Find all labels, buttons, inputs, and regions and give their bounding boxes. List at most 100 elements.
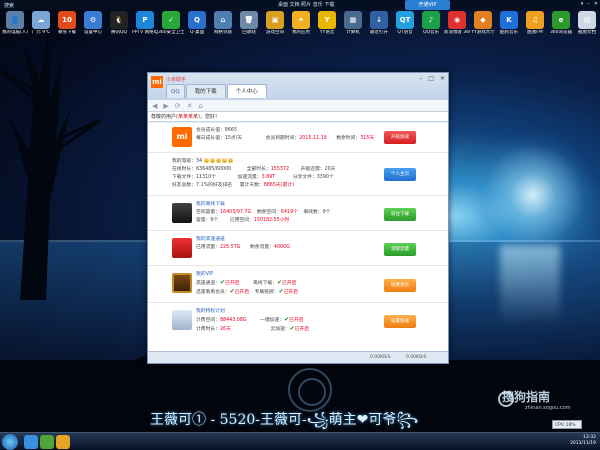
vip-item-status: 已开启: [282, 281, 297, 286]
desktop-icon[interactable]: ▤ 截图文档: [574, 10, 600, 35]
personal-center-content: mi 会员成长值：8665 每日成长值：15点/天 会员到期时间：2015.11…: [148, 123, 448, 351]
app-icon: K: [500, 11, 518, 29]
desktop-icon[interactable]: K 酷狗音乐: [496, 10, 522, 35]
airplane-icon: [172, 310, 192, 330]
desktop-icon[interactable]: ↓ 最近打开: [366, 10, 392, 35]
desktop-icon[interactable]: ◆ YY游戏大厅: [470, 10, 496, 35]
desktop-icon[interactable]: ⚙ 设置中心: [80, 10, 106, 35]
member-level-value: 8665: [224, 128, 238, 133]
desktop-icon[interactable]: Y YY语音: [314, 10, 340, 35]
desktop-icon[interactable]: ♪ QQ音乐: [418, 10, 444, 35]
watermark-brand: 搜狗指南: [502, 390, 551, 404]
greeting-prefix: 尊敬的用户(: [151, 114, 178, 120]
greeting-suffix: )，您好！: [197, 114, 220, 120]
desktop-icon-label: 最近打开: [370, 30, 388, 35]
taskbar-browser-icon[interactable]: [40, 435, 54, 449]
desktop-icon[interactable]: ◉ 新浪博客 360: [444, 10, 470, 35]
tab-personal-center[interactable]: 个人中心: [226, 84, 267, 98]
app-icon: 🐧: [110, 11, 128, 29]
desktop-icon[interactable]: Q Q-桌面: [184, 10, 210, 35]
desktop-icon[interactable]: ✓ 360安全卫士: [158, 10, 184, 35]
minimize-icon[interactable]: –: [419, 75, 422, 82]
share-label: 分享文件：: [292, 175, 317, 180]
desktop-icon-label: 我的应用: [292, 30, 310, 35]
tab-my-downloads[interactable]: 我的下载: [185, 84, 226, 98]
privilege-title[interactable]: 我的特权计划: [196, 308, 309, 316]
minimize-icon[interactable]: –: [587, 1, 590, 7]
taskbar-folder-icon[interactable]: [56, 435, 70, 449]
menu-icon[interactable]: ▾: [581, 1, 584, 7]
desktop-icon[interactable]: QT QT语音: [392, 10, 418, 35]
back-icon[interactable]: ◀: [152, 102, 157, 110]
vip-title[interactable]: 我的VIP: [196, 271, 298, 279]
desktop-icon[interactable]: ▣ 游戏空间: [262, 10, 288, 35]
home-icon[interactable]: ⌂: [199, 102, 203, 110]
open-vip-button[interactable]: 开通VIP: [405, 0, 450, 10]
desktop-icon[interactable]: 🐧 腾讯QQ: [106, 10, 132, 35]
desktop-icon[interactable]: ☁ 广元 9℃: [28, 10, 54, 35]
refresh-icon[interactable]: ⟳: [175, 102, 181, 110]
offline-title[interactable]: 我的离线下载: [196, 201, 330, 209]
desktop-icon[interactable]: e 360浏览器: [548, 10, 574, 35]
close-icon[interactable]: ✕: [440, 75, 445, 82]
privilege-info: 我的特权计划 计费空间：88443.08G 一键加速：✔已开启 计费时长：26天…: [196, 308, 309, 334]
days-total-value: 8865天(累计): [263, 183, 295, 188]
channel-title[interactable]: 我的高速通道: [196, 236, 290, 244]
close-icon[interactable]: ✕: [594, 1, 598, 7]
desktop-icon[interactable]: 10 暴雪下载: [54, 10, 80, 35]
maximize-icon[interactable]: □: [428, 75, 434, 82]
desktop-icon[interactable]: ⌂ 网络邻居: [210, 10, 236, 35]
desktop-icon-label: 腾讯QQ: [110, 30, 128, 35]
desktop-icon[interactable]: PPPTV 网络电视: [132, 10, 158, 35]
expire-label: 会员到期时间：: [265, 136, 300, 141]
expire-value: 2015.11.19: [299, 136, 327, 141]
app-icon: ✦: [292, 11, 310, 29]
offline-d-label: 容量：: [196, 218, 211, 223]
share-value: 3390个: [316, 175, 334, 180]
vip-row: 我的VIP 高速通道：✔已开启 离线下载：✔已开启 迅雷看看会员：✔已开启 专属…: [148, 267, 448, 303]
desktop-icon[interactable]: 👤 我的电脑(人): [2, 10, 28, 35]
get-traffic-button[interactable]: 领取流量: [384, 243, 416, 256]
tab-qq[interactable]: QQ: [166, 84, 185, 98]
desktop-icon-label: 广元 9℃: [31, 30, 51, 35]
upgrade-button[interactable]: 升级加速: [384, 131, 416, 144]
offline-b-label: 剩余空间：: [256, 210, 281, 215]
desktop-icon-label: 计算机: [346, 30, 360, 35]
app-icon: Q: [188, 11, 206, 29]
desktop-icon[interactable]: ♫ 酷我FM: [522, 10, 548, 35]
vip-item-label: 离线下载：: [252, 281, 277, 286]
system-tray[interactable]: 13:32 2013/11/19: [570, 435, 596, 447]
desktop-icon-label: YY语音: [319, 30, 335, 35]
top-nav[interactable]: 桌面 文档 照片 音乐 下载: [278, 1, 334, 8]
forward-icon[interactable]: ▶: [163, 102, 168, 110]
privilege-c-value: 已开启: [289, 318, 304, 323]
privilege-d-value: 已开启: [294, 327, 310, 332]
offline-b-value: 6419个: [280, 210, 298, 215]
privilege-a-label: 计费空间：: [196, 318, 220, 323]
mi-logo-icon: mi: [151, 76, 163, 88]
download-speed: 0.00KB/S: [370, 355, 391, 360]
account-row: mi 会员成长值：8665 每日成长值：15点/天 会员到期时间：2015.11…: [148, 123, 448, 153]
set-acceleration-button[interactable]: 设置加速: [384, 315, 416, 328]
desktop-icon-label: Q-桌面: [189, 30, 205, 35]
vip-item-label: 迅雷看看会员：: [196, 290, 230, 295]
taskbar-ie-icon[interactable]: [24, 435, 38, 449]
app-icon: ↓: [370, 11, 388, 29]
top-search-label[interactable]: 搜索: [4, 2, 14, 9]
offline-download-icon: [172, 203, 192, 223]
desktop-icon[interactable]: 🗑 回收站: [236, 10, 262, 35]
cpu-meter: CPU 18%: [552, 420, 582, 429]
days-left-label: 剩余时间：: [336, 136, 361, 141]
start-button[interactable]: [2, 434, 18, 450]
desktop-icon[interactable]: ✦ 我的应用: [288, 10, 314, 35]
desktop-icon-label: PPTV 网络电视: [132, 30, 158, 35]
up-value: 20天: [324, 167, 336, 172]
stop-icon[interactable]: ✕: [187, 102, 193, 110]
daily-growth-label: 每日成长值：: [196, 136, 225, 141]
go-download-button[interactable]: 前往下载: [384, 208, 416, 221]
desktop-icon[interactable]: ▦ 计算机: [340, 10, 366, 35]
user-name[interactable]: 某某某某: [178, 114, 198, 120]
homepage-button[interactable]: 个人主页: [384, 168, 416, 181]
renew-vip-button[interactable]: 续费会员: [384, 279, 416, 292]
top-bar: 搜索 桌面 文档 照片 音乐 下载 开通VIP ▾ – ✕: [0, 0, 600, 10]
